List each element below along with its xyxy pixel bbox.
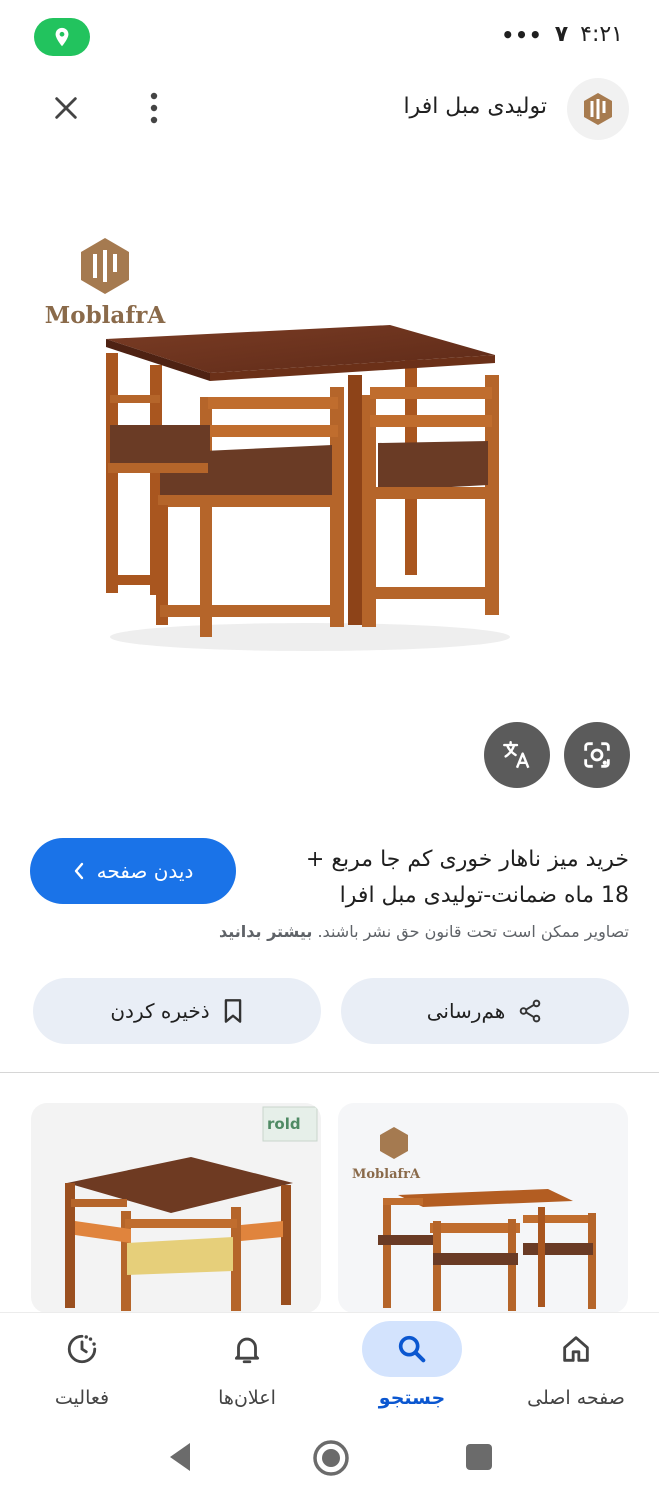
close-icon	[55, 97, 77, 119]
action-row: هم‌رسانی ذخیره کردن	[0, 978, 659, 1044]
nav-search-label: جستجو	[378, 1387, 446, 1409]
nav-search-icon-wrap	[362, 1321, 462, 1377]
visit-page-button[interactable]: دیدن صفحه	[30, 838, 236, 904]
bottom-navigation: صفحه اصلی جستجو اعلان‌ها فعالیت	[0, 1312, 659, 1424]
lens-icon	[584, 742, 610, 768]
related-image-chairs: MoblafrA	[352, 1127, 596, 1311]
bell-icon	[234, 1337, 260, 1364]
related-image-card[interactable]: rold	[31, 1103, 321, 1313]
system-navigation-bar	[0, 1424, 659, 1500]
visit-page-label: دیدن صفحه	[96, 859, 194, 883]
nav-notifications[interactable]: اعلان‌ها	[172, 1313, 322, 1425]
chevron-left-icon	[74, 862, 83, 880]
brand-emblem-icon	[81, 238, 129, 294]
share-label: هم‌رسانی	[426, 999, 506, 1023]
save-label: ذخیره کردن	[110, 999, 210, 1023]
share-button[interactable]: هم‌رسانی	[341, 978, 629, 1044]
related-watermark-text: rold	[267, 1115, 301, 1133]
home-icon	[563, 1336, 589, 1362]
signal-indicator: ۷	[554, 22, 569, 47]
nav-activity-icon-wrap	[32, 1321, 132, 1377]
dining-set-illustration	[106, 325, 510, 651]
share-icon	[520, 999, 541, 1023]
save-button[interactable]: ذخیره کردن	[33, 978, 321, 1044]
site-favicon[interactable]	[567, 78, 629, 140]
divider	[0, 1072, 659, 1073]
location-pin-icon	[55, 27, 69, 47]
back-icon[interactable]	[166, 1440, 194, 1474]
copyright-text: تصاویر ممکن است تحت قانون حق نشر باشند.	[317, 922, 629, 941]
status-bar: ••• ۷ ۴:۲۱	[0, 0, 659, 72]
nav-home-icon-wrap	[526, 1321, 626, 1377]
nav-home[interactable]: صفحه اصلی	[501, 1313, 651, 1425]
status-right: ••• ۷ ۴:۲۱	[501, 22, 623, 47]
brand-watermark: MoblafrA	[30, 236, 180, 329]
site-title[interactable]: تولیدی مبل افرا	[403, 94, 547, 119]
lens-search-button[interactable]	[564, 722, 630, 788]
more-options-button[interactable]	[140, 88, 168, 128]
nav-activity[interactable]: فعالیت	[7, 1313, 157, 1425]
clock: ۴:۲۱	[580, 22, 623, 47]
translate-icon	[503, 741, 530, 769]
related-image-card[interactable]: MoblafrA	[338, 1103, 628, 1313]
location-indicator	[34, 18, 90, 56]
result-title[interactable]: خرید میز ناهار خوری کم جا مربع + 18 ماه …	[273, 842, 629, 914]
activity-icon	[67, 1334, 97, 1364]
recents-icon[interactable]	[466, 1444, 492, 1470]
close-button[interactable]	[46, 88, 86, 128]
system-home-icon[interactable]	[311, 1438, 351, 1478]
copyright-notice: تصاویر ممکن است تحت قانون حق نشر باشند. …	[29, 922, 629, 941]
bookmark-icon	[224, 999, 241, 1023]
search-icon	[398, 1335, 426, 1363]
nav-search[interactable]: جستجو	[337, 1313, 487, 1425]
related-brand-text: MoblafrA	[352, 1167, 421, 1182]
related-images: MoblafrA rold	[0, 1103, 659, 1313]
nav-notifications-icon-wrap	[197, 1321, 297, 1377]
nav-activity-label: فعالیت	[54, 1387, 110, 1409]
learn-more-link[interactable]: بیشتر بدانید	[219, 922, 312, 941]
viewer-header: تولیدی مبل افرا	[0, 76, 659, 146]
translate-button[interactable]	[484, 722, 550, 788]
related-image-table: rold	[65, 1106, 318, 1311]
more-vert-icon	[150, 92, 158, 124]
main-image[interactable]: MoblafrA	[0, 180, 659, 800]
nav-home-label: صفحه اصلی	[527, 1387, 625, 1409]
overflow-dots: •••	[501, 22, 543, 47]
brand-logo-icon	[584, 93, 612, 125]
nav-notifications-label: اعلان‌ها	[218, 1387, 276, 1409]
